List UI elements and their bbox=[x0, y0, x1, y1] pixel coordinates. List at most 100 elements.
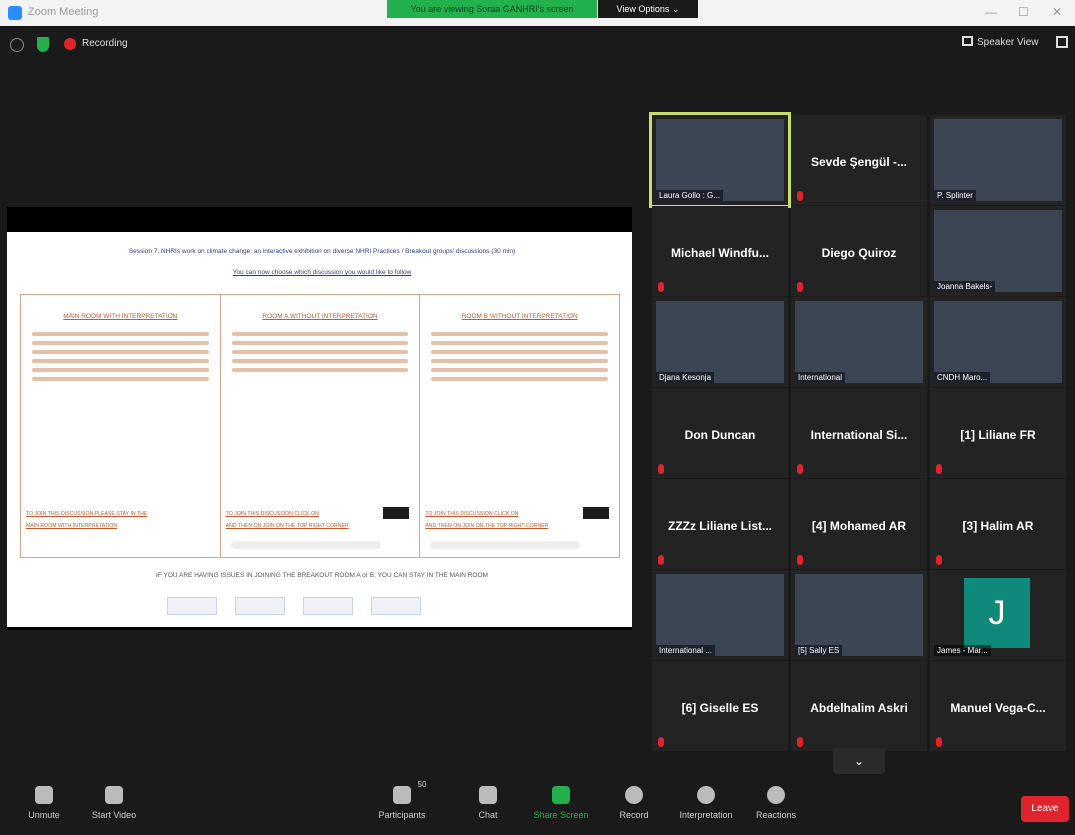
close-icon[interactable]: ✕ bbox=[1052, 5, 1062, 19]
speaker-view-button[interactable]: Speaker View bbox=[962, 36, 1039, 48]
participant-tile[interactable]: [3] Halim AR bbox=[930, 479, 1066, 569]
room-join-text-2: AND THEN ON JOIN ON THE TOP RIGHT CORNER bbox=[225, 523, 349, 529]
participant-tile[interactable]: P. Splinter bbox=[930, 115, 1066, 205]
participant-video bbox=[656, 301, 784, 383]
participant-tile[interactable]: Laura Gollo : G... bbox=[649, 112, 791, 208]
unmute-button[interactable]: Unmute bbox=[14, 786, 74, 820]
participant-tile[interactable]: Djana Kesonja bbox=[652, 297, 788, 387]
participant-name: [4] Mohamed AR bbox=[811, 519, 907, 533]
muted-mic-icon bbox=[936, 464, 942, 474]
participant-name: International Si... bbox=[810, 428, 908, 442]
participant-tile[interactable]: [5] Sally ES bbox=[791, 570, 927, 660]
room-join-text-2: MAIN ROOM WITH INTERPRETATION bbox=[26, 523, 118, 529]
shared-slide: Session 7: NHRIs work on climate change:… bbox=[7, 232, 632, 627]
participant-tile[interactable]: [1] Liliane FR bbox=[930, 388, 1066, 478]
nhrc-logo bbox=[303, 597, 353, 615]
participant-tile[interactable]: ZZZz Liliane List... bbox=[652, 479, 788, 569]
ganhri-logo bbox=[235, 597, 285, 615]
participant-video bbox=[934, 301, 1062, 383]
participant-tile[interactable]: International Si... bbox=[791, 388, 927, 478]
grid-icon bbox=[962, 36, 973, 46]
participant-tile[interactable]: Sevde Şengül -... bbox=[791, 115, 927, 205]
muted-mic-icon bbox=[936, 555, 942, 565]
recording-label: Recording bbox=[82, 38, 128, 49]
participants-icon bbox=[393, 786, 411, 804]
record-button[interactable]: Record bbox=[612, 786, 656, 820]
chevron-down-icon[interactable]: ⌄ bbox=[833, 748, 885, 774]
participants-button[interactable]: Participants bbox=[370, 786, 434, 820]
avatar: J bbox=[964, 578, 1030, 648]
maximize-icon[interactable]: ☐ bbox=[1018, 5, 1029, 19]
meeting-top-bar: Recording Speaker View bbox=[0, 26, 1075, 66]
share-screen-button[interactable]: Share Screen bbox=[528, 786, 594, 820]
participant-video bbox=[656, 574, 784, 656]
participant-name: Djana Kesonja bbox=[656, 372, 715, 383]
participant-tile[interactable]: International ... bbox=[652, 570, 788, 660]
participant-name: Manuel Vega-C... bbox=[950, 701, 1046, 715]
start-video-button[interactable]: Start Video bbox=[82, 786, 146, 820]
chat-label: Chat bbox=[478, 810, 498, 820]
info-icon[interactable] bbox=[10, 38, 24, 52]
participant-name: Joanna Bakels- bbox=[934, 281, 996, 292]
speaker-view-label: Speaker View bbox=[977, 37, 1039, 48]
start-video-label: Start Video bbox=[91, 810, 137, 820]
room-column: ROOM A WITHOUT INTERPRETATION TO JOIN TH… bbox=[221, 295, 421, 557]
room-description bbox=[226, 332, 415, 372]
partner-logos bbox=[167, 597, 421, 615]
leave-button[interactable]: Leave bbox=[1021, 796, 1069, 822]
participant-name: International bbox=[795, 372, 846, 383]
room-join-text: TO JOIN THIS DISCUSSION CLICK ON bbox=[225, 511, 319, 517]
room-columns: MAIN ROOM WITH INTERPRETATION TO JOIN TH… bbox=[20, 294, 620, 558]
room-header: MAIN ROOM WITH INTERPRETATION bbox=[63, 313, 178, 320]
muted-mic-icon bbox=[658, 737, 664, 747]
reactions-icon bbox=[767, 786, 785, 804]
unmute-label: Unmute bbox=[28, 810, 60, 820]
minimize-icon[interactable]: — bbox=[985, 5, 997, 19]
reactions-button[interactable]: Reactions bbox=[748, 786, 804, 820]
ennhri-logo bbox=[371, 597, 421, 615]
interpretation-label: Interpretation bbox=[679, 810, 733, 820]
participant-tile[interactable]: Diego Quiroz bbox=[791, 206, 927, 296]
breakout-button-image bbox=[383, 507, 410, 519]
participant-tile[interactable]: CNDH Maro... bbox=[930, 297, 1066, 387]
participant-tile[interactable]: Manuel Vega-C... bbox=[930, 661, 1066, 751]
participant-name: International ... bbox=[656, 645, 715, 656]
record-icon bbox=[625, 786, 643, 804]
participant-name: Sevde Şengül -... bbox=[810, 155, 908, 169]
zoom-logo-icon bbox=[8, 6, 22, 20]
view-options-button[interactable]: View Options ⌄ bbox=[598, 0, 698, 18]
participant-tile[interactable]: International bbox=[791, 297, 927, 387]
participant-name: Diego Quiroz bbox=[821, 246, 897, 260]
participant-tile[interactable]: Abdelhalim Askri bbox=[791, 661, 927, 751]
globe-icon bbox=[697, 786, 715, 804]
room-column: ROOM B WITHOUT INTERPRETATION TO JOIN TH… bbox=[420, 295, 619, 557]
fullscreen-icon[interactable] bbox=[1056, 36, 1068, 48]
muted-mic-icon bbox=[797, 555, 803, 565]
slide-footer-text: IF YOU ARE HAVING ISSUES IN JOINING THE … bbox=[156, 572, 488, 579]
muted-mic-icon bbox=[658, 555, 664, 565]
chat-button[interactable]: Chat bbox=[466, 786, 510, 820]
room-column: MAIN ROOM WITH INTERPRETATION TO JOIN TH… bbox=[21, 295, 221, 557]
room-header: ROOM A WITHOUT INTERPRETATION bbox=[262, 313, 378, 320]
participant-name: P. Splinter bbox=[934, 190, 976, 201]
shield-icon[interactable] bbox=[37, 37, 49, 52]
participant-tile[interactable]: Joanna Bakels- bbox=[930, 206, 1066, 296]
participant-tile[interactable]: [6] Giselle ES bbox=[652, 661, 788, 751]
interpretation-button[interactable]: Interpretation bbox=[670, 786, 742, 820]
record-label: Record bbox=[619, 810, 649, 820]
participant-name: Michael Windfu... bbox=[671, 246, 769, 260]
participant-tile[interactable]: [4] Mohamed AR bbox=[791, 479, 927, 569]
breakout-button-image bbox=[583, 507, 610, 519]
reactions-label: Reactions bbox=[755, 810, 797, 820]
chat-icon bbox=[479, 786, 497, 804]
muted-mic-icon bbox=[658, 282, 664, 292]
participant-tile[interactable]: Don Duncan bbox=[652, 388, 788, 478]
participants-count: 50 bbox=[417, 780, 427, 789]
muted-mic-icon bbox=[658, 464, 664, 474]
participant-tile[interactable]: J James - Mar... bbox=[930, 570, 1066, 660]
room-join-text: TO JOIN THIS DISCUSSION CLICK ON bbox=[425, 511, 519, 517]
muted-mic-icon bbox=[797, 737, 803, 747]
participant-tile[interactable]: Michael Windfu... bbox=[652, 206, 788, 296]
participant-name: ZZZz Liliane List... bbox=[667, 519, 772, 533]
participant-name: Don Duncan bbox=[684, 428, 756, 442]
